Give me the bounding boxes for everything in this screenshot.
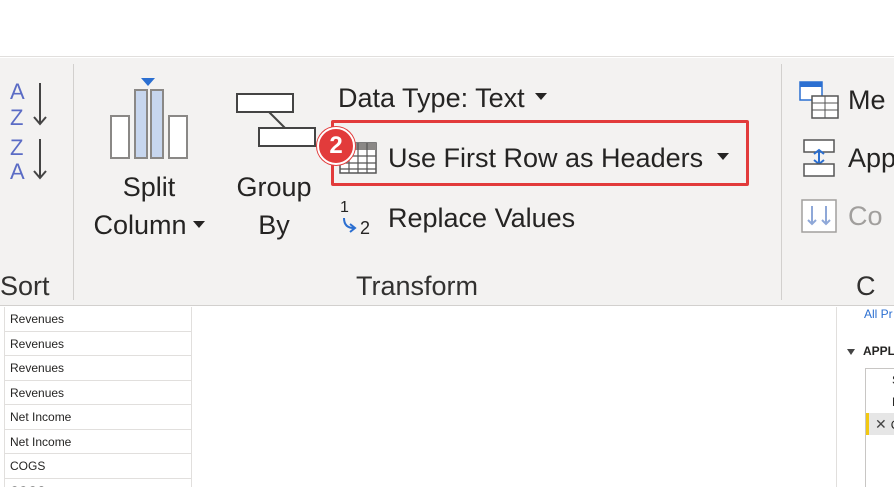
table-cell[interactable]: Net Income [5,430,191,454]
data-grid-column: Revenues Revenues Revenues Revenues Net Inco… [4,307,192,487]
applied-step[interactable]: S [866,369,894,391]
table-cell[interactable]: Revenues [5,307,191,332]
table-cell[interactable]: COGS [5,454,191,479]
replace-values-button[interactable]: 1 2 Replace Values [336,196,575,240]
split-column-button[interactable]: Split Column [84,76,214,244]
append-queries-label: App [848,142,894,173]
chevron-down-icon [192,221,205,229]
data-preview-area: Revenues Revenues Revenues Revenues Net Inco… [0,307,894,487]
split-column-label-line2: Column [84,206,214,244]
all-properties-link[interactable]: All Pr [864,307,893,321]
replace-values-icon: 1 2 [336,199,380,238]
applied-steps-title: APPL [863,344,894,358]
group-by-label-line1: Group [236,172,312,202]
query-settings-pane: All Pr APPL S N ✕C [836,307,894,487]
combine-files-button[interactable]: Co [798,196,883,236]
combine-files-icon [798,198,840,234]
combine-group-label: C [856,271,876,301]
sort-group-label: Sort [0,271,50,301]
svg-text:2: 2 [360,218,370,238]
delete-step-icon[interactable]: ✕ [875,416,887,432]
svg-text:Z: Z [10,135,23,160]
group-separator [73,64,74,300]
table-cell[interactable]: Revenues [5,332,191,356]
group-by-icon [236,93,316,147]
data-type-label: Data Type: Text [338,82,525,113]
table-cell[interactable]: COGS [5,479,191,487]
table-cell[interactable]: Revenues [5,381,191,405]
table-cell[interactable]: Net Income [5,405,191,430]
highlight-box [331,120,749,186]
group-by-button[interactable]: Group By [226,86,322,244]
collapse-triangle-icon[interactable] [847,348,855,355]
sort-descending-icon: Z A [10,135,47,184]
table-cell[interactable]: Revenues [5,356,191,381]
group-by-label-line2: By [258,210,290,240]
title-area [0,0,894,57]
applied-step[interactable]: N [866,391,894,413]
transform-group-label: Transform [356,271,479,301]
group-separator [781,64,782,300]
data-type-dropdown[interactable]: Data Type: Text [338,80,547,116]
append-queries-icon [798,139,840,177]
sort-ascending-icon: A Z [10,79,47,130]
sort-descending-button[interactable]: Z A [6,133,54,189]
merge-queries-button[interactable]: Me [798,80,886,120]
split-column-label-line1: Split [122,172,176,202]
merge-queries-icon [798,81,840,119]
split-column-icon [110,78,188,159]
split-column-label-text: Column [93,210,187,240]
replace-values-label: Replace Values [388,202,576,233]
chevron-down-icon [534,92,547,100]
sort-ascending-button[interactable]: A Z [6,75,54,131]
svg-text:A: A [10,79,25,104]
applied-step-selected[interactable]: ✕C [866,413,894,435]
applied-steps-heading: APPL [847,344,894,358]
applied-steps-list: S N ✕C [865,368,894,487]
svg-text:1: 1 [340,199,349,216]
combine-files-label: Co [848,200,883,231]
step-number-badge: 2 [317,127,355,165]
svg-text:Z: Z [10,105,23,130]
append-queries-button[interactable]: App [798,138,894,178]
svg-text:A: A [10,159,25,184]
merge-queries-label: Me [848,84,886,115]
